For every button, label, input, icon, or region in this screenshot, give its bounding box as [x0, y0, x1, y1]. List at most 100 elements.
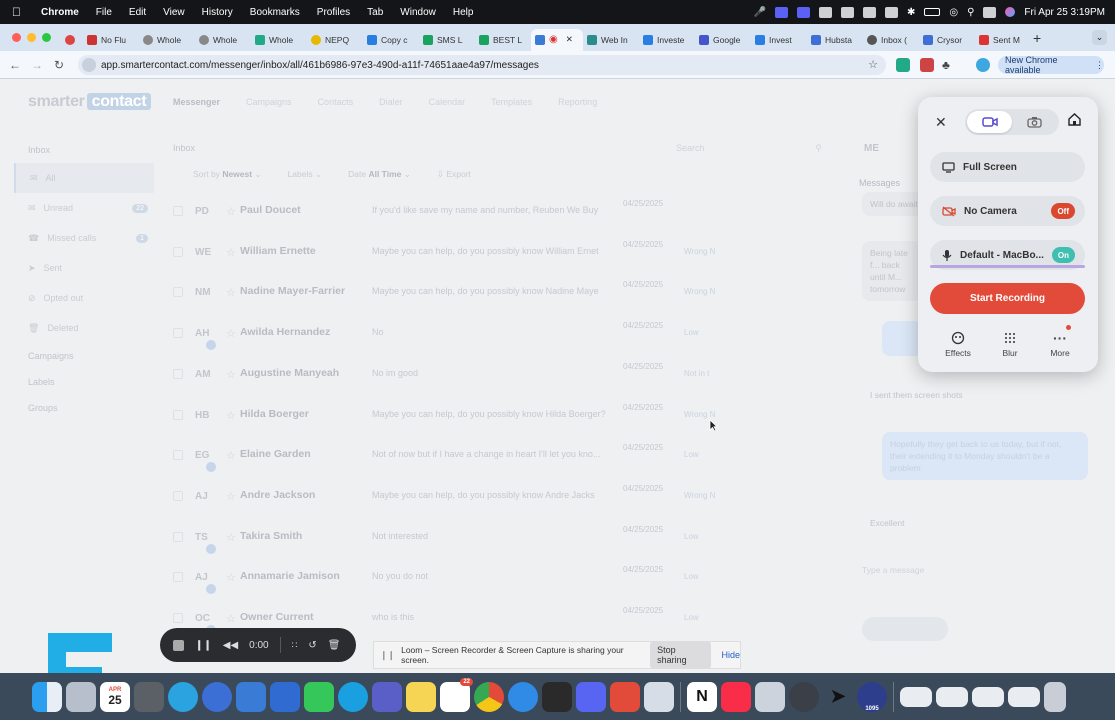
- conversation-row[interactable]: PD ☆ Paul Doucet If you'd like save my name…: [173, 192, 853, 232]
- clock[interactable]: Fri Apr 25 3:19PM: [1024, 7, 1105, 18]
- row-checkbox[interactable]: [173, 450, 183, 461]
- status-tag[interactable]: Low: [684, 613, 699, 622]
- mic-status-icon[interactable]: 🎤: [754, 7, 766, 18]
- blur-button[interactable]: Blur: [990, 330, 1030, 358]
- calculator-icon[interactable]: [134, 681, 164, 712]
- nav-calendar[interactable]: Calendar: [429, 97, 466, 107]
- row-checkbox[interactable]: [173, 246, 183, 257]
- notion-icon[interactable]: N: [687, 681, 717, 712]
- tab[interactable]: Copy c: [363, 29, 419, 51]
- chrome-icon[interactable]: [474, 681, 504, 712]
- launchpad-icon[interactable]: [66, 681, 96, 712]
- delete-recording-icon[interactable]: 🗑: [328, 640, 341, 651]
- app-icon[interactable]: [755, 681, 785, 712]
- tab[interactable]: Whole: [251, 29, 307, 51]
- tab-close-icon[interactable]: ✕: [566, 34, 573, 45]
- control-center-icon[interactable]: [983, 6, 997, 18]
- skype-icon[interactable]: [338, 681, 368, 712]
- tab-messages[interactable]: Messages: [859, 178, 900, 188]
- row-checkbox[interactable]: [173, 287, 183, 298]
- messages-icon[interactable]: [304, 681, 334, 712]
- labels-filter[interactable]: Labels ⌄: [288, 169, 323, 180]
- conversation-row[interactable]: TS ☆ Takira Smith Not interested 04/25/2025 L…: [173, 518, 853, 558]
- effects-button[interactable]: Effects: [938, 330, 978, 358]
- stop-sharing-button[interactable]: Stop sharing: [650, 641, 712, 669]
- drag-grip-icon[interactable]: ❙❙: [380, 650, 395, 661]
- status-tag[interactable]: Wrong N: [684, 410, 715, 419]
- status-icon[interactable]: [840, 6, 854, 18]
- conversation-row[interactable]: WE ☆ William Ernette Maybe you can help, do…: [173, 233, 853, 273]
- app-status-icon[interactable]: [796, 6, 810, 18]
- sidebar-item-missed-calls[interactable]: ☎ Missed calls 1: [14, 223, 154, 253]
- conversation-row[interactable]: AJ ☆ Annamarie Jamison No you do not 04/25/2…: [173, 558, 853, 598]
- restart-icon[interactable]: ↺: [308, 640, 316, 651]
- drag-handle-icon[interactable]: ∷: [292, 640, 298, 651]
- row-checkbox[interactable]: [173, 572, 183, 583]
- row-checkbox[interactable]: [173, 328, 183, 339]
- music-icon[interactable]: [721, 681, 751, 712]
- screen-option[interactable]: Full Screen: [930, 152, 1085, 182]
- star-icon[interactable]: ☆: [226, 571, 236, 584]
- date-filter[interactable]: Date All Time ⌄: [348, 169, 411, 180]
- zoho-icon[interactable]: [270, 681, 300, 712]
- extension-icon[interactable]: [920, 58, 934, 72]
- conversation-row[interactable]: EG ☆ Elaine Garden Not of now but if I have…: [173, 436, 853, 476]
- extensions-puzzle-icon[interactable]: ♣: [942, 58, 956, 72]
- hide-button[interactable]: Hide: [721, 650, 740, 660]
- menu-file[interactable]: File: [96, 7, 112, 18]
- export-button[interactable]: ⇩ Export: [437, 169, 471, 180]
- sort-filter[interactable]: Sort by Newest ⌄: [193, 169, 262, 180]
- new-chrome-button[interactable]: New Chrome available ⋮: [998, 55, 1104, 75]
- loom-status-icon[interactable]: [774, 6, 788, 18]
- star-icon[interactable]: ☆: [226, 246, 236, 259]
- nav-campaigns[interactable]: Campaigns: [246, 97, 292, 107]
- menu-bookmarks[interactable]: Bookmarks: [250, 7, 300, 18]
- row-checkbox[interactable]: [173, 531, 183, 542]
- sidebar-item-unread[interactable]: ✉ Unread 22: [14, 193, 154, 223]
- status-tag[interactable]: Low: [684, 450, 699, 459]
- status-tag[interactable]: Low: [684, 328, 699, 337]
- row-checkbox[interactable]: [173, 490, 183, 501]
- tab[interactable]: BEST L: [475, 29, 531, 51]
- trash-icon[interactable]: [1044, 681, 1066, 712]
- camera-off-toggle[interactable]: Off: [1051, 203, 1075, 219]
- sidebar-item-all[interactable]: ✉ All: [14, 163, 154, 193]
- tab[interactable]: Whole: [195, 29, 251, 51]
- tab[interactable]: Google: [695, 29, 751, 51]
- camera-option[interactable]: No Camera Off: [930, 196, 1085, 226]
- conversation-row[interactable]: AH ☆ Awilda Hernandez No 04/25/2025 Low: [173, 314, 853, 354]
- sidebar-section-labels[interactable]: Labels: [14, 369, 154, 395]
- address-bar[interactable]: app.smartercontact.com/messenger/inbox/a…: [78, 55, 886, 75]
- window-thumbnail[interactable]: [1008, 686, 1040, 707]
- sidebar-inbox-header[interactable]: Inbox: [14, 137, 154, 163]
- screenshot-mode-button[interactable]: [1012, 111, 1057, 133]
- menu-app-name[interactable]: Chrome: [41, 7, 79, 18]
- tab[interactable]: NEPQ: [307, 29, 363, 51]
- window-thumbnail[interactable]: [900, 686, 932, 707]
- nav-templates[interactable]: Templates: [491, 97, 532, 107]
- profile-avatar[interactable]: [976, 58, 990, 72]
- calendar-icon[interactable]: APR 25: [100, 681, 130, 712]
- wifi-icon[interactable]: ◎: [949, 7, 958, 18]
- discord-icon[interactable]: [576, 681, 606, 712]
- row-checkbox[interactable]: [173, 613, 183, 623]
- more-menu-icon[interactable]: ⋮: [1095, 60, 1104, 71]
- tab[interactable]: [61, 29, 83, 51]
- status-tag[interactable]: Wrong N: [684, 287, 715, 296]
- stop-button[interactable]: [173, 639, 184, 651]
- new-tab-button[interactable]: +: [1033, 30, 1041, 46]
- star-icon[interactable]: ☆: [226, 531, 236, 544]
- message-input[interactable]: Type a message: [862, 565, 1092, 575]
- status-icon[interactable]: [862, 6, 876, 18]
- nav-reporting[interactable]: Reporting: [558, 97, 597, 107]
- menu-view[interactable]: View: [163, 7, 185, 18]
- site-info-icon[interactable]: [82, 58, 96, 72]
- menu-help[interactable]: Help: [453, 7, 474, 18]
- pause-icon[interactable]: ❙❙: [195, 640, 212, 651]
- tab[interactable]: Crysor: [919, 29, 975, 51]
- bluetooth-icon[interactable]: ✱: [907, 7, 915, 18]
- nav-messenger[interactable]: Messenger: [173, 97, 220, 107]
- menu-edit[interactable]: Edit: [129, 7, 146, 18]
- notion-status-icon[interactable]: [884, 6, 898, 18]
- app-icon[interactable]: [610, 681, 640, 712]
